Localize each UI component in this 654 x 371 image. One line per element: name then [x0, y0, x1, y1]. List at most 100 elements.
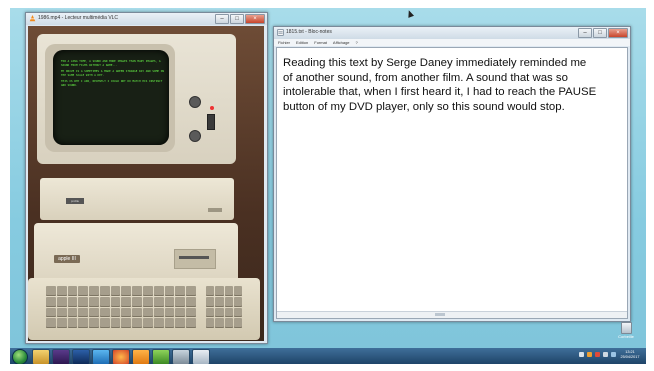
explorer-icon[interactable]	[32, 349, 50, 364]
crt-line: FOR A LONG TIME, A SOUND AND MORE IMAGES…	[61, 60, 161, 67]
notepad-text[interactable]: Reading this text by Serge Daney immedia…	[283, 56, 607, 114]
keyboard-key	[67, 286, 78, 296]
keyboard-key	[153, 286, 164, 296]
numpad-key	[224, 318, 233, 328]
keyboard-key	[78, 307, 89, 318]
menu-affichage[interactable]: Affichage	[333, 40, 350, 45]
numpad-key	[206, 307, 215, 318]
numpad-key	[215, 286, 224, 296]
numpad-key	[206, 296, 215, 307]
power-light-icon	[210, 106, 214, 110]
start-button[interactable]	[12, 349, 28, 364]
keyboard-key	[175, 318, 186, 328]
notepad-taskbar-icon[interactable]	[192, 349, 210, 364]
taskbar-clock[interactable]: 13:21 25/04/2017	[618, 350, 642, 360]
notepad-editor[interactable]: Reading this text by Serge Daney immedia…	[276, 47, 628, 319]
vlc-cone-icon	[29, 15, 36, 22]
numpad-key	[224, 307, 233, 318]
tray-network-icon[interactable]	[579, 352, 584, 357]
keyboard-key	[164, 318, 175, 328]
numpad-key	[206, 286, 215, 296]
vlc-close-button[interactable]: ×	[245, 14, 265, 24]
keyboard-key	[89, 307, 99, 318]
tray-app-icon[interactable]	[587, 352, 592, 357]
notepad-maximize-button[interactable]: □	[593, 28, 607, 38]
keyboard-key	[99, 318, 110, 328]
keyboard-key	[186, 307, 196, 318]
keyboard-key	[46, 286, 56, 296]
notepad-icon	[277, 29, 284, 36]
keyboard-key	[121, 296, 132, 307]
menu-help[interactable]: ?	[356, 40, 358, 45]
keyboard-key	[143, 296, 153, 307]
keyboard-key	[143, 286, 153, 296]
video-frame[interactable]: FOR A LONG TIME, A SOUND AND MORE IMAGES…	[28, 26, 264, 341]
keyboard-key	[153, 307, 164, 318]
notepad-minimize-button[interactable]: –	[578, 28, 592, 38]
vlc-minimize-button[interactable]: –	[215, 14, 229, 24]
keyboard-key	[56, 307, 67, 318]
monitor-controls	[187, 94, 227, 152]
notepad-title: 1815.txt - Bloc-notes	[286, 29, 332, 35]
keyboard-key	[175, 296, 186, 307]
recycle-bin-label: Corbeille	[618, 334, 634, 339]
keyboard-key	[143, 307, 153, 318]
crt-line: THIS IS WHY I ADD, RECENTLY I COULD NOT …	[61, 80, 163, 87]
desktop: 1986.mp4 - Lecteur multimédia VLC – □ × …	[10, 8, 646, 364]
keyboard-key	[46, 307, 56, 318]
keyboard-key	[121, 286, 132, 296]
floppy-slot	[174, 249, 216, 269]
taskbar: 13:21 25/04/2017	[10, 348, 646, 364]
vlc-window[interactable]: 1986.mp4 - Lecteur multimédia VLC – □ × …	[25, 12, 268, 344]
keyboard-key	[78, 296, 89, 307]
horizontal-scrollbar[interactable]	[277, 311, 627, 318]
premiere-icon[interactable]	[52, 349, 70, 364]
drive-badge-text: profile	[70, 199, 80, 203]
crt-screen: FOR A LONG TIME, A SOUND AND MORE IMAGES…	[53, 50, 169, 145]
numpad-key	[215, 296, 224, 307]
keyboard-key	[56, 286, 67, 296]
keyboard-key	[56, 296, 67, 307]
system-tray	[579, 352, 616, 357]
apple-case: apple III	[34, 223, 238, 283]
photoshop-icon[interactable]	[72, 349, 90, 364]
keyboard-key	[46, 296, 56, 307]
keyboard-key	[186, 296, 196, 307]
keyboard-key	[67, 307, 78, 318]
numpad-key	[215, 307, 224, 318]
keyboard-key	[89, 318, 99, 328]
menu-edition[interactable]: Edition	[296, 40, 308, 45]
keyboard-key	[99, 296, 110, 307]
recycle-bin-shortcut[interactable]: Corbeille	[613, 322, 639, 344]
utorrent-icon[interactable]	[172, 349, 190, 364]
notepad-window[interactable]: 1815.txt - Bloc-notes – □ × Fichier Edit…	[273, 26, 631, 322]
firefox-icon[interactable]	[112, 349, 130, 364]
keyboard-key	[89, 286, 99, 296]
keyboard-key	[99, 307, 110, 318]
keyboard-key	[56, 318, 67, 328]
drive-slot	[208, 208, 222, 212]
numpad-key	[233, 296, 242, 307]
keyboard-key	[186, 286, 196, 296]
keyboard-key	[132, 296, 143, 307]
menu-format[interactable]: Format	[314, 40, 327, 45]
winamp-icon[interactable]	[152, 349, 170, 364]
tray-volume-icon[interactable]	[603, 352, 608, 357]
keyboard-key	[132, 286, 143, 296]
vlc-titlebar[interactable]: 1986.mp4 - Lecteur multimédia VLC – □ ×	[26, 13, 267, 25]
keyboard-key	[164, 307, 175, 318]
vlc-taskbar-icon[interactable]	[132, 349, 150, 364]
tray-app-icon[interactable]	[595, 352, 600, 357]
internet-explorer-icon[interactable]	[92, 349, 110, 364]
keyboard-key	[67, 296, 78, 307]
numpad-key	[233, 318, 242, 328]
scrollbar-thumb[interactable]	[435, 313, 445, 316]
notepad-titlebar[interactable]: 1815.txt - Bloc-notes – □ ×	[274, 27, 630, 39]
tray-flag-icon[interactable]	[611, 352, 616, 357]
menu-fichier[interactable]: Fichier	[278, 40, 290, 45]
keyboard-key	[164, 286, 175, 296]
knob-icon	[189, 96, 201, 108]
vlc-maximize-button[interactable]: □	[230, 14, 244, 24]
keyboard-key	[175, 286, 186, 296]
notepad-close-button[interactable]: ×	[608, 28, 628, 38]
